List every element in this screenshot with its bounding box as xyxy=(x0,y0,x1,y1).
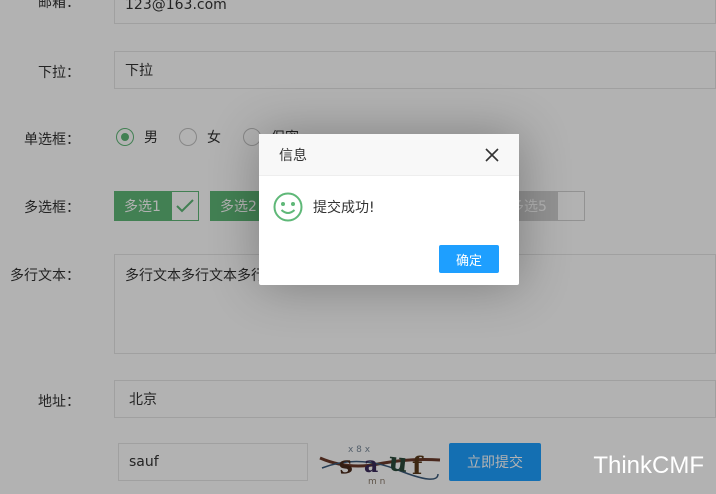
dialog-header: 信息 xyxy=(259,134,519,176)
watermark: ThinkCMF xyxy=(593,452,704,479)
ok-button[interactable]: 确定 xyxy=(439,245,499,273)
close-icon[interactable] xyxy=(485,147,499,162)
dialog-title: 信息 xyxy=(279,147,307,164)
dialog-body: 提交成功! xyxy=(259,176,519,222)
smile-icon xyxy=(273,192,303,222)
dialog-message: 提交成功! xyxy=(313,200,375,216)
message-dialog: 信息 提交成功! 确定 xyxy=(259,134,519,285)
